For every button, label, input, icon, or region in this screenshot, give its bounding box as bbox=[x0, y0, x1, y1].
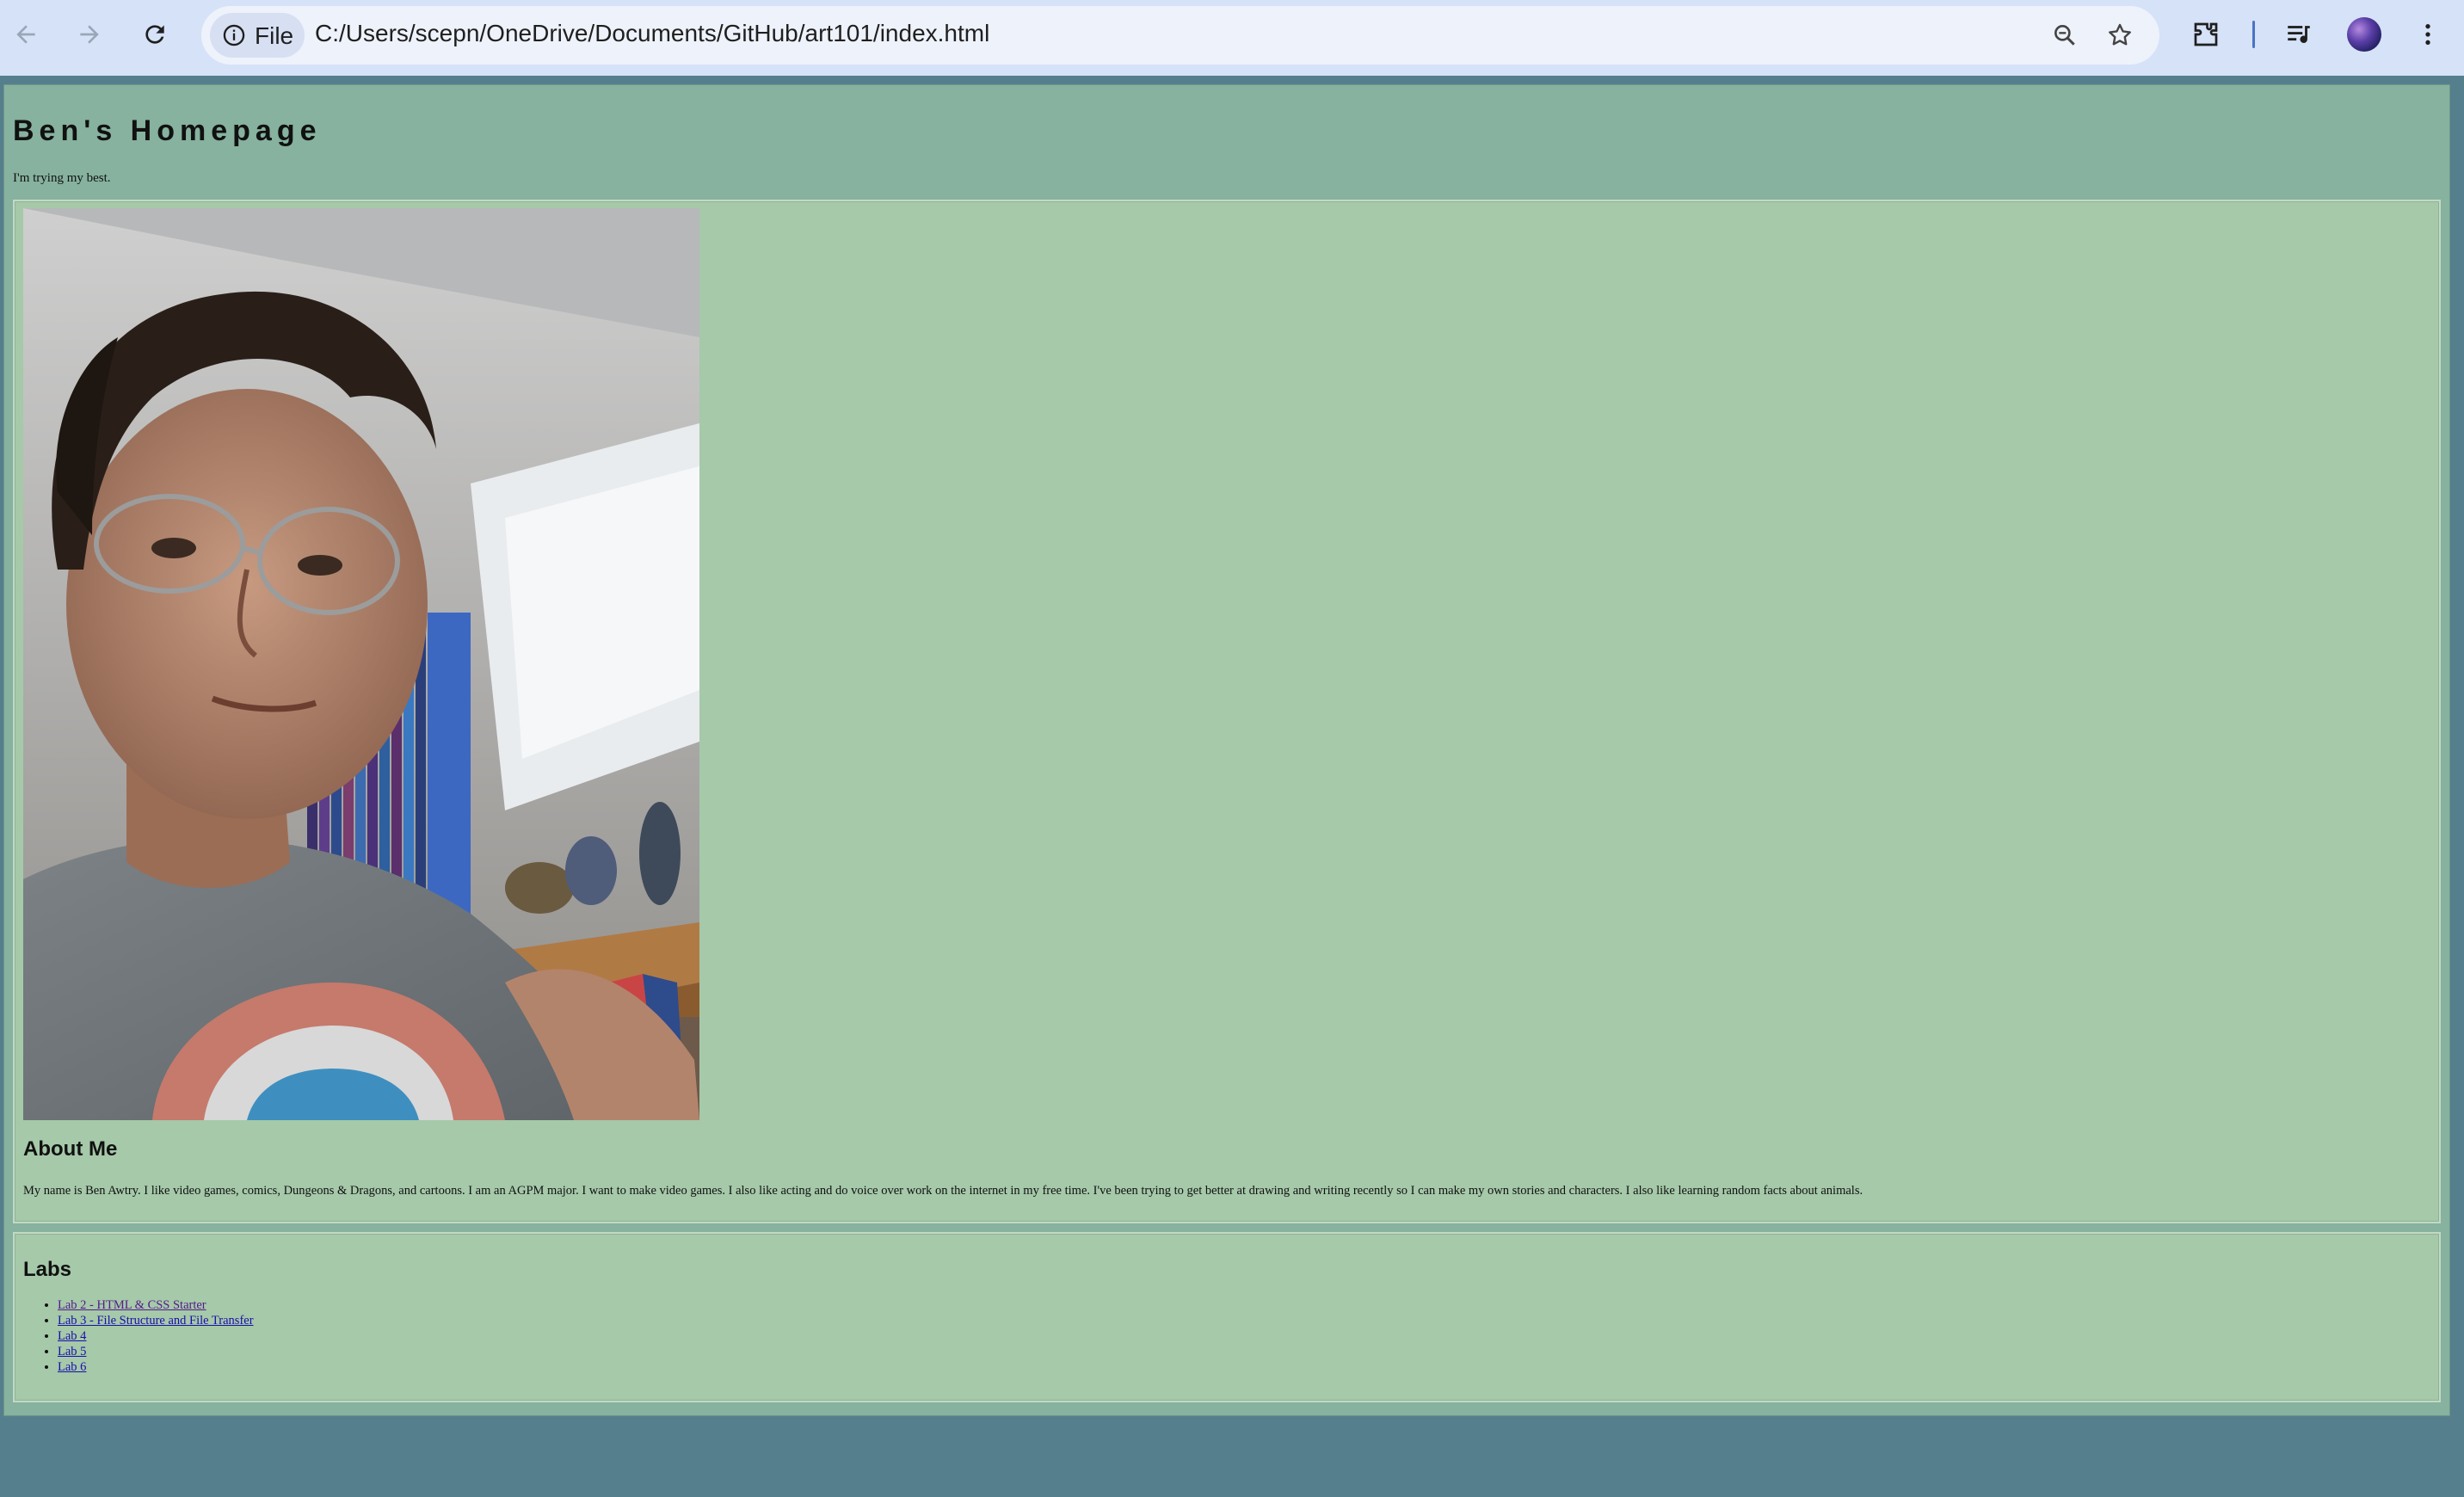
page-viewport: Ben's Homepage I'm trying my best. About… bbox=[0, 76, 2464, 1497]
info-icon bbox=[223, 24, 245, 46]
page-container: Ben's Homepage I'm trying my best. About… bbox=[3, 84, 2450, 1416]
lab-4-link[interactable]: Lab 4 bbox=[58, 1329, 86, 1343]
forward-arrow-icon bbox=[80, 25, 99, 44]
labs-list: Lab 2 - HTML & CSS Starter Lab 3 - File … bbox=[23, 1297, 254, 1375]
media-controls-button[interactable] bbox=[2282, 17, 2316, 52]
star-icon[interactable] bbox=[2106, 22, 2134, 49]
more-menu-button[interactable] bbox=[2411, 17, 2445, 52]
lab-3-link[interactable]: Lab 3 - File Structure and File Transfer bbox=[58, 1314, 254, 1328]
address-bar[interactable]: File C:/Users/scepn/OneDrive/Documents/G… bbox=[201, 6, 2159, 65]
lab-5-link[interactable]: Lab 5 bbox=[58, 1345, 86, 1358]
zoom-icon[interactable] bbox=[2051, 22, 2079, 49]
toolbar-separator bbox=[2252, 21, 2255, 48]
browser-toolbar: File C:/Users/scepn/OneDrive/Documents/G… bbox=[0, 0, 2464, 76]
url-text[interactable]: C:/Users/scepn/OneDrive/Documents/GitHub… bbox=[315, 20, 989, 47]
labs-section: Labs Lab 2 - HTML & CSS Starter Lab 3 - … bbox=[13, 1232, 2441, 1402]
media-controls-icon bbox=[2288, 26, 2310, 43]
lab-list-item: Lab 5 bbox=[58, 1344, 254, 1359]
lab-list-item: Lab 3 - File Structure and File Transfer bbox=[58, 1313, 254, 1328]
lab-list-item: Lab 4 bbox=[58, 1328, 254, 1344]
profile-photo-image bbox=[23, 208, 699, 1120]
profile-avatar[interactable] bbox=[2347, 17, 2381, 52]
extensions-icon bbox=[2194, 22, 2218, 46]
page-title: Ben's Homepage bbox=[13, 114, 322, 147]
labs-heading: Labs bbox=[23, 1258, 72, 1281]
about-heading: About Me bbox=[23, 1137, 118, 1161]
lab-list-item: Lab 6 bbox=[58, 1359, 254, 1375]
back-button[interactable] bbox=[3, 12, 48, 57]
about-section: About Me My name is Ben Awtry. I like vi… bbox=[13, 200, 2441, 1223]
lab-6-link[interactable]: Lab 6 bbox=[58, 1360, 86, 1374]
lab-2-link[interactable]: Lab 2 - HTML & CSS Starter bbox=[58, 1298, 206, 1312]
about-text: My name is Ben Awtry. I like video games… bbox=[23, 1184, 1863, 1198]
forward-button[interactable] bbox=[67, 12, 112, 57]
reload-button[interactable] bbox=[132, 12, 177, 57]
lab-list-item: Lab 2 - HTML & CSS Starter bbox=[58, 1297, 254, 1313]
back-arrow-icon bbox=[16, 25, 35, 44]
page-tagline: I'm trying my best. bbox=[13, 171, 111, 185]
reload-icon bbox=[145, 25, 164, 44]
extensions-button[interactable] bbox=[2189, 17, 2223, 52]
site-chip-label: File bbox=[255, 22, 294, 49]
profile-photo bbox=[23, 208, 699, 1120]
more-menu-icon bbox=[2425, 24, 2430, 45]
